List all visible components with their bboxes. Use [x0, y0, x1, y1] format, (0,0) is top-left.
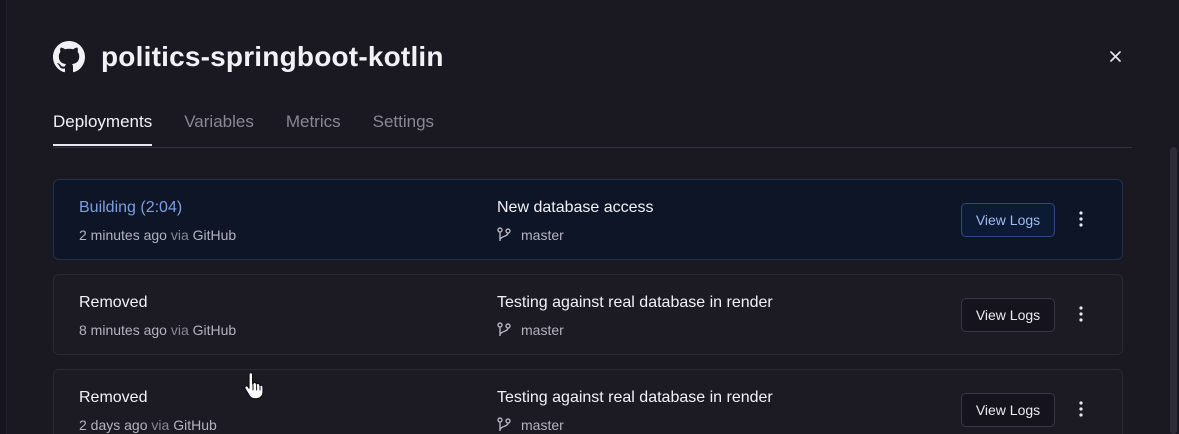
via-label: via [170, 322, 189, 338]
tab-bar: Deployments Variables Metrics Settings [53, 110, 1132, 148]
deployment-status: Removed [79, 389, 148, 406]
deployment-card[interactable]: Building (2:04) 2 minutes ago via GitHub… [53, 179, 1123, 260]
branch-info: master [497, 227, 564, 243]
close-button[interactable] [1106, 47, 1124, 65]
deployment-source: GitHub [192, 227, 237, 243]
via-label: via [170, 227, 189, 243]
via-label: via [151, 417, 170, 433]
branch-name: master [521, 227, 564, 243]
deployment-card[interactable]: Removed 2 days ago via GitHub Testing ag… [53, 369, 1123, 434]
branch-name: master [521, 417, 564, 433]
view-logs-button[interactable]: View Logs [961, 298, 1055, 332]
more-options-button[interactable] [1074, 210, 1088, 230]
deployment-meta: 2 minutes ago via GitHub [79, 227, 236, 243]
left-panel-edge [0, 0, 7, 434]
hand-pointer-icon [242, 372, 266, 405]
deployment-status: Removed [79, 294, 148, 311]
more-vertical-icon [1079, 211, 1083, 227]
commit-message: New database access [497, 199, 654, 216]
deployment-source: GitHub [192, 322, 237, 338]
commit-message: Testing against real database in render [497, 389, 773, 406]
tab-deployments[interactable]: Deployments [53, 110, 153, 146]
deployment-status[interactable]: Building (2:04) [79, 199, 182, 217]
deployment-time: 8 minutes ago [79, 322, 167, 338]
deployment-source: GitHub [173, 417, 217, 433]
more-vertical-icon [1079, 401, 1083, 417]
git-branch-icon [497, 227, 511, 241]
deployment-meta: 8 minutes ago via GitHub [79, 322, 236, 338]
tab-metrics[interactable]: Metrics [286, 110, 341, 146]
view-logs-button[interactable]: View Logs [961, 393, 1055, 427]
more-options-button[interactable] [1074, 400, 1088, 420]
deployment-time: 2 minutes ago [79, 227, 167, 243]
close-icon [1109, 50, 1121, 62]
git-branch-icon [497, 417, 511, 431]
view-logs-button[interactable]: View Logs [961, 203, 1055, 237]
branch-info: master [497, 322, 564, 338]
more-options-button[interactable] [1074, 305, 1088, 325]
more-vertical-icon [1079, 306, 1083, 322]
github-icon [53, 41, 85, 73]
modal-header: politics-springboot-kotlin [53, 40, 444, 74]
tab-settings[interactable]: Settings [373, 110, 434, 146]
git-branch-icon [497, 322, 511, 336]
deployment-time: 2 days ago [79, 417, 148, 433]
branch-info: master [497, 417, 564, 433]
deployment-meta: 2 days ago via GitHub [79, 417, 217, 433]
commit-message: Testing against real database in render [497, 294, 773, 311]
page-title: politics-springboot-kotlin [101, 41, 444, 72]
branch-name: master [521, 322, 564, 338]
scrollbar[interactable] [1170, 147, 1177, 434]
deployment-card[interactable]: Removed 8 minutes ago via GitHub Testing… [53, 274, 1123, 355]
tab-variables[interactable]: Variables [184, 110, 254, 146]
